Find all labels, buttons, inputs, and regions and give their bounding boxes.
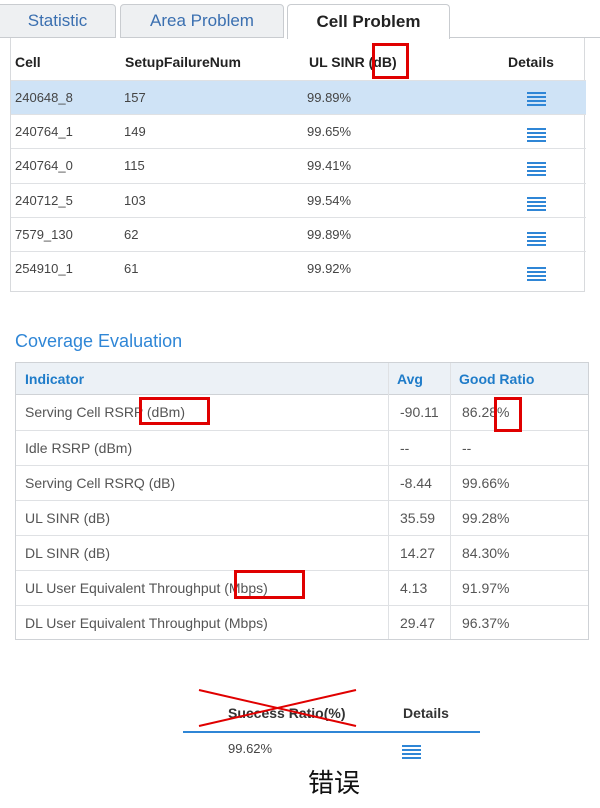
header-avg: Avg (397, 371, 423, 387)
details-list-icon[interactable] (527, 197, 546, 211)
good-ratio-value: 99.28% (462, 510, 510, 526)
header-setup-failure-num: SetupFailureNum (125, 54, 241, 70)
good-ratio-value: 99.66% (462, 475, 510, 491)
table-row: Serving Cell RSRQ (dB) -8.44 99.66% (16, 465, 588, 500)
table-row: Serving Cell RSRP (dBm) -90.11 86.28% (16, 395, 588, 430)
table-row[interactable]: 240764_0 115 99.41% (11, 148, 586, 182)
setup-failure-num: 103 (124, 193, 146, 208)
ul-sinr-value: 99.65% (307, 124, 352, 139)
cell-id: 240712_5 (15, 193, 73, 208)
header-details: Details (508, 54, 554, 70)
indicator-label: Serving Cell RSRP (dBm) (25, 404, 186, 420)
tab-cell-problem[interactable]: Cell Problem (287, 4, 450, 39)
tab-area-problem[interactable]: Area Problem (120, 4, 284, 38)
cell-id: 240764_0 (15, 158, 73, 173)
avg-value: 35.59 (400, 510, 436, 526)
strike-cross-icon (198, 689, 357, 727)
tab-statistic[interactable]: Statistic (0, 4, 116, 38)
avg-value: -90.11 (400, 404, 439, 420)
avg-value: 14.27 (400, 545, 436, 561)
table-row: UL User Equivalent Throughput (Mbps) 4.1… (16, 570, 588, 605)
table-row: UL SINR (dB) 35.59 99.28% (16, 500, 588, 535)
header-ul-sinr: UL SINR (dB) (309, 54, 397, 70)
indicator-label: Idle RSRP (dBm) (25, 440, 133, 456)
table-row: Idle RSRP (dBm) -- -- (16, 430, 588, 465)
details-list-icon[interactable] (527, 92, 546, 106)
setup-failure-num: 157 (124, 90, 146, 105)
details-list-icon[interactable] (527, 128, 546, 142)
details-list-icon[interactable] (527, 267, 546, 281)
cell-id: 7579_130 (15, 227, 73, 242)
header-cell: Cell (15, 54, 41, 70)
success-details-header: Details (403, 705, 449, 721)
table-row[interactable]: 240648_8 157 99.89% (11, 80, 586, 114)
header-ul-sinr-label: UL SINR (309, 54, 365, 70)
coverage-table: Indicator Avg Good Ratio Serving Cell RS… (15, 362, 589, 640)
table-row[interactable]: 240712_5 103 99.54% (11, 183, 586, 217)
indicator-label: UL SINR (dB) (25, 510, 111, 526)
good-ratio-value: 96.37% (462, 615, 510, 631)
cell-id: 240764_1 (15, 124, 73, 139)
ul-sinr-value: 99.89% (307, 90, 352, 105)
good-ratio-value: 86.28% (462, 404, 510, 420)
table-row: DL User Equivalent Throughput (Mbps) 29.… (16, 605, 588, 640)
setup-failure-num: 62 (124, 227, 139, 242)
error-label: 错误 (308, 769, 361, 799)
setup-failure-num: 149 (124, 124, 146, 139)
cell-id: 240648_8 (15, 90, 73, 105)
table-row[interactable]: 7579_130 62 99.89% (11, 217, 586, 251)
indicator-label: DL SINR (dB) (25, 545, 111, 561)
good-ratio-value: 84.30% (462, 545, 510, 561)
setup-failure-num: 61 (124, 261, 139, 276)
details-list-icon[interactable] (527, 232, 546, 246)
success-ratio-value: 99.62% (228, 741, 273, 756)
avg-value: -- (400, 440, 410, 456)
header-indicator: Indicator (25, 371, 85, 387)
header-good-ratio: Good Ratio (459, 371, 535, 387)
cell-problem-table: Cell SetupFailureNum UL SINR (dB) Detail… (10, 38, 586, 292)
cell-id: 254910_1 (15, 261, 73, 276)
coverage-title: Coverage Evaluation (15, 331, 183, 351)
details-list-icon[interactable] (402, 745, 421, 759)
indicator-label: DL User Equivalent Throughput (Mbps) (25, 615, 268, 631)
indicator-label: Serving Cell RSRQ (dB) (25, 475, 176, 491)
good-ratio-value: -- (462, 440, 472, 456)
ul-sinr-value: 99.92% (307, 261, 352, 276)
table-row[interactable]: 240764_1 149 99.65% (11, 114, 586, 148)
cell-problem-header: Cell SetupFailureNum UL SINR (dB) Detail… (11, 38, 586, 80)
good-ratio-value: 91.97% (462, 580, 510, 596)
indicator-label: UL User Equivalent Throughput (Mbps) (25, 580, 268, 596)
setup-failure-num: 115 (124, 158, 145, 173)
avg-value: 4.13 (400, 580, 428, 596)
table-row: DL SINR (dB) 14.27 84.30% (16, 535, 588, 570)
ul-sinr-value: 99.54% (307, 193, 352, 208)
details-list-icon[interactable] (527, 162, 546, 176)
avg-value: -8.44 (400, 475, 432, 491)
tab-bar: Statistic Area Problem Cell Problem (0, 0, 600, 39)
table-row[interactable]: 254910_1 61 99.92% (11, 251, 586, 285)
coverage-header: Indicator Avg Good Ratio (16, 363, 588, 395)
avg-value: 29.47 (400, 615, 436, 631)
ul-sinr-value: 99.89% (307, 227, 352, 242)
ul-sinr-value: 99.41% (307, 158, 352, 173)
success-header-underline (183, 731, 480, 733)
header-ul-sinr-unit: (dB) (368, 54, 397, 70)
